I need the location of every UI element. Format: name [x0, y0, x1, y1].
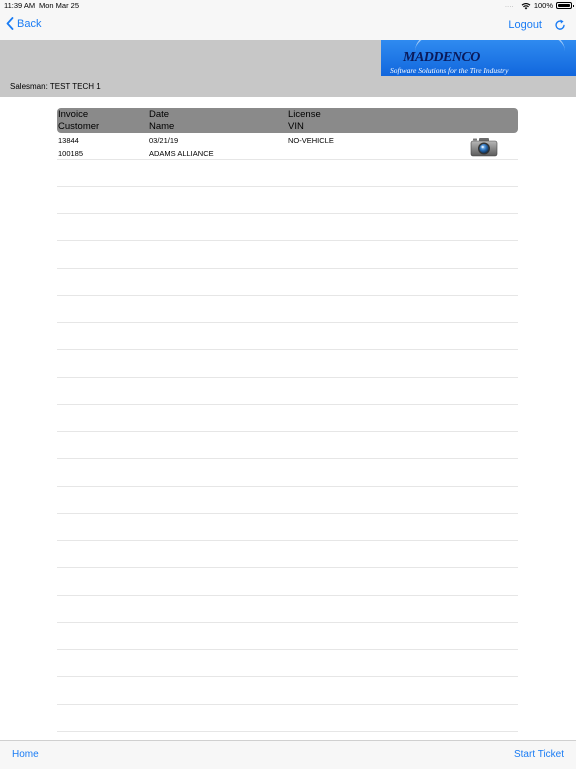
battery-icon: [556, 2, 574, 9]
wifi-icon: [521, 2, 531, 9]
bottom-toolbar: Home Start Ticket: [0, 740, 576, 769]
header-invoice: Invoice: [58, 109, 89, 120]
row-divider: [57, 567, 518, 568]
row-divider: [57, 213, 518, 214]
table-header: Invoice Customer Date Name License VIN: [57, 108, 518, 133]
row-date: 03/21/19: [149, 136, 179, 145]
signal-icon: ....: [505, 2, 514, 9]
header-license: License: [288, 109, 321, 120]
row-divider: [57, 486, 518, 487]
status-date: Mon Mar 25: [39, 1, 80, 10]
row-divider: [57, 404, 518, 405]
status-time: 11:39 AM: [4, 1, 36, 10]
back-label: Back: [17, 17, 42, 30]
row-divider: [57, 159, 518, 160]
row-divider: [57, 540, 518, 541]
header-name: Name: [149, 121, 175, 132]
row-divider: [57, 431, 518, 432]
refresh-icon[interactable]: [554, 19, 566, 31]
row-divider: [57, 240, 518, 241]
home-button[interactable]: Home: [12, 749, 39, 760]
row-divider: [57, 595, 518, 596]
row-divider: [57, 322, 518, 323]
back-button[interactable]: Back: [6, 17, 41, 30]
salesman-label: Salesman: TEST TECH 1: [10, 82, 101, 91]
battery-percent: 100%: [533, 1, 553, 10]
row-divider: [57, 349, 518, 350]
navigation-bar: Back Logout: [0, 12, 576, 40]
logout-button[interactable]: Logout: [508, 19, 542, 31]
row-divider: [57, 458, 518, 459]
row-name: ADAMS ALLIANCE: [149, 149, 214, 158]
row-divider: [57, 513, 518, 514]
camera-icon[interactable]: [470, 137, 498, 157]
company-logo: MADDENCO Software Solutions for the Tire…: [381, 40, 576, 76]
row-customer: 100185: [58, 149, 84, 158]
header-customer: Customer: [58, 121, 100, 132]
row-divider: [57, 676, 518, 677]
header-vin: VIN: [288, 121, 304, 132]
row-invoice: 13844: [58, 136, 79, 145]
row-divider: [57, 295, 518, 296]
row-license: NO-VEHICLE: [288, 136, 334, 145]
header-date: Date: [149, 109, 170, 120]
row-divider: [57, 704, 518, 705]
row-divider: [57, 622, 518, 623]
status-bar: 11:39 AM Mon Mar 25 .... 100%: [0, 0, 576, 12]
row-divider: [57, 649, 518, 650]
header-banner: MADDENCO Software Solutions for the Tire…: [0, 40, 576, 97]
start-ticket-button[interactable]: Start Ticket: [514, 749, 564, 760]
chevron-left-icon: [6, 17, 14, 30]
logo-name: MADDENCO: [403, 50, 480, 65]
row-divider: [57, 731, 518, 732]
status-indicators: .... 100%: [505, 1, 574, 10]
row-divider: [57, 268, 518, 269]
row-divider: [57, 186, 518, 187]
logo-tagline: Software Solutions for the Tire Industry: [390, 66, 509, 75]
row-divider: [57, 377, 518, 378]
